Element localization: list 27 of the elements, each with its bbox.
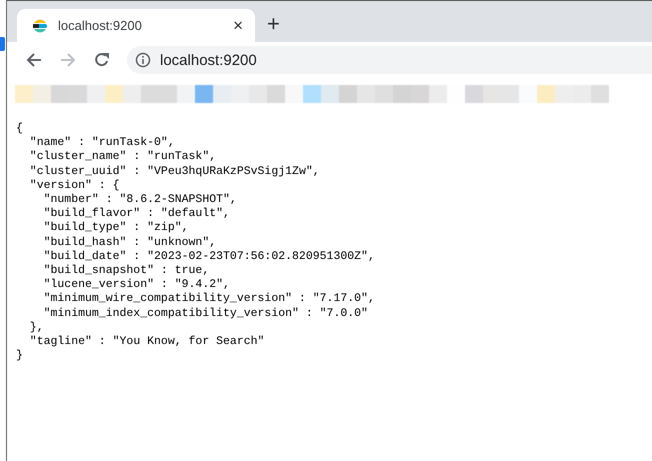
json-line: "version" : {	[30, 178, 120, 194]
json-line: "build_date" : "2023-02-23T07:56:02.820951300Z",	[44, 250, 375, 264]
app-icon	[0, 37, 5, 51]
json-line: "cluster_name" : "runTask",	[30, 150, 216, 165]
browser-tab[interactable]: localhost:9200 ×	[17, 9, 255, 42]
json-line: }	[16, 349, 23, 364]
json-line: "number" : "8.6.2-SNAPSHOT",	[44, 193, 237, 208]
json-line: },	[30, 320, 44, 336]
json-line: "tagline" : "You Know, for Search"	[30, 335, 264, 350]
json-line: "cluster_uuid" : "VPeu3hqURaKzPSvSigj1Zw",	[30, 164, 320, 179]
json-line: "build_type" : "zip",	[44, 221, 189, 236]
reload-icon[interactable]	[94, 52, 110, 68]
new-tab-button[interactable]: +	[267, 12, 280, 36]
json-line: "lucene_version" : "9.4.2",	[44, 278, 230, 292]
info-icon	[135, 52, 151, 68]
json-line: {	[16, 122, 23, 136]
back-icon[interactable]	[26, 52, 42, 68]
tab-favicon-icon	[32, 18, 48, 34]
json-line: "build_snapshot" : true,	[44, 264, 210, 278]
json-line: "minimum_wire_compatibility_version" : "7.17.0",	[44, 292, 375, 307]
close-tab-button[interactable]: ×	[233, 16, 243, 34]
json-line: "minimum_index_compatibility_version" : "7.0.0"	[44, 306, 368, 321]
json-line: "build_hash" : "unknown",	[44, 236, 216, 250]
json-line: "name" : "runTask-0",	[30, 136, 175, 150]
address-bar[interactable]: localhost:9200	[127, 46, 652, 74]
tab-title: localhost:9200	[58, 18, 143, 33]
json-line: "build_flavor" : "default",	[44, 207, 230, 222]
